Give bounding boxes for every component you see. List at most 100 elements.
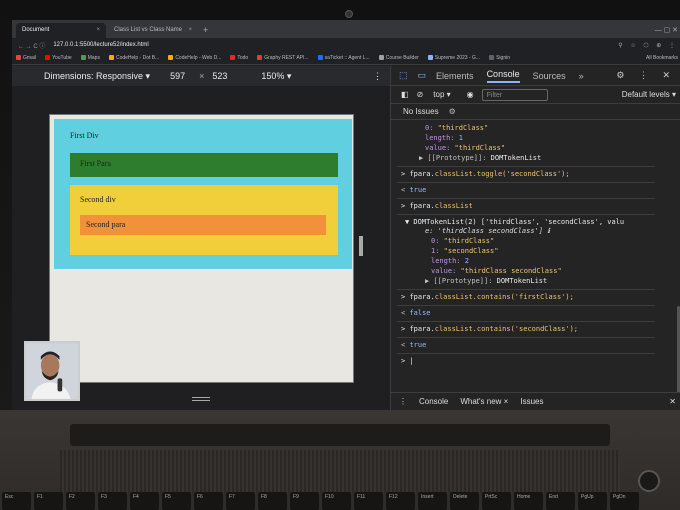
- extension-icons[interactable]: ⚲ ☆ ⬡ ⊕ ⋮: [618, 42, 678, 49]
- codehelp-icon: [108, 55, 114, 61]
- tab-console[interactable]: Console: [486, 69, 520, 83]
- gmail-icon: [16, 55, 21, 61]
- drawer-tab-whats-new[interactable]: What's new ×: [460, 397, 508, 406]
- second-div: Second div Second para: [70, 185, 338, 255]
- sidebar-toggle-icon[interactable]: ◧: [401, 90, 409, 99]
- key: End: [546, 492, 575, 510]
- console-settings-gear-icon[interactable]: ⚙: [449, 107, 456, 116]
- bookmark-youtube[interactable]: YouTube: [45, 55, 72, 61]
- bookmark-supreme[interactable]: Supreme 2023 - G...: [427, 55, 480, 61]
- drawer-tab-console[interactable]: Console: [419, 397, 448, 406]
- device-viewport-area: First Div First Para Second div Second p…: [12, 86, 390, 410]
- window-controls[interactable]: — ▢ ✕: [655, 23, 680, 38]
- console-line: 0: "thirdClass": [425, 124, 489, 132]
- key: F6: [194, 492, 223, 510]
- console-command: > fpara.classList.contains('firstClass')…: [401, 293, 574, 301]
- webcam-lens: [345, 10, 353, 18]
- bookmark-graphy[interactable]: Graphy REST API...: [257, 55, 309, 61]
- devtools-tabbar: ⬚ ▭ Elements Console Sources » ⚙ ⋮ ✕: [391, 66, 680, 86]
- live-expression-eye-icon[interactable]: ◉: [467, 90, 474, 99]
- drawer-tab-issues[interactable]: Issues: [520, 397, 543, 406]
- bookmark-signin[interactable]: Signin: [489, 55, 510, 61]
- browser-tab-classlist[interactable]: Class List vs Class Name ×: [108, 23, 198, 38]
- supreme-icon: [427, 55, 433, 61]
- tab-close-icon[interactable]: ×: [96, 23, 100, 38]
- browser-tab-document[interactable]: Document ×: [16, 23, 106, 38]
- dimensions-dropdown[interactable]: Dimensions: Responsive ▾: [44, 71, 150, 82]
- console-command: > fpara.classList.toggle('secondClass');: [401, 170, 570, 178]
- more-tabs-icon[interactable]: »: [579, 71, 584, 81]
- console-line[interactable]: ▶ [[Prototype]]: DOMTokenList: [425, 277, 680, 285]
- devtools-drawer: ⋮ Console What's new × Issues ✕: [391, 392, 680, 410]
- console-result-header[interactable]: ▼ DOMTokenList(2) ['thirdClass', 'second…: [405, 218, 675, 226]
- device-toggle-icon[interactable]: ▭: [418, 70, 427, 81]
- tab-elements[interactable]: Elements: [436, 71, 474, 81]
- issues-status[interactable]: No Issues: [403, 107, 439, 116]
- todo-icon: [230, 55, 236, 61]
- new-tab-button[interactable]: +: [203, 23, 208, 38]
- viewport-resize-handle-right[interactable]: [359, 236, 363, 256]
- device-toolbar: Dimensions: Responsive ▾ 597 × 523 150% …: [12, 66, 390, 86]
- console-separator: [397, 289, 655, 290]
- console-line: length: 1: [425, 134, 463, 142]
- second-para: Second para: [80, 215, 326, 235]
- inspect-element-icon[interactable]: ⬚: [399, 70, 408, 81]
- key: F8: [258, 492, 287, 510]
- codehelp-icon: [168, 55, 174, 61]
- console-command: > fpara.classList.contains('secondClass'…: [401, 325, 579, 333]
- youtube-icon: [45, 55, 51, 61]
- graphy-icon: [257, 55, 263, 61]
- log-levels-dropdown[interactable]: Default levels ▾: [622, 90, 676, 99]
- screen: Document × Class List vs Class Name × + …: [12, 20, 680, 410]
- bookmark-codehelp-dot[interactable]: CodeHelp - Dot B...: [108, 55, 159, 61]
- console-result: < true: [401, 186, 427, 194]
- viewport-resize-handle-bottom[interactable]: [192, 397, 210, 401]
- devtools-settings-menu-close[interactable]: ⚙ ⋮ ✕: [616, 70, 676, 81]
- console-result-header-cont: e: 'thirdClass secondClass'] ℹ: [425, 227, 550, 235]
- zoom-dropdown[interactable]: 150% ▾: [261, 71, 291, 82]
- key: Esc: [2, 492, 31, 510]
- key: PrtSc: [482, 492, 511, 510]
- bookmark-gmail[interactable]: Gmail: [16, 55, 36, 61]
- viewport-width-input[interactable]: 597: [170, 71, 185, 81]
- key: F11: [354, 492, 383, 510]
- tab-sources[interactable]: Sources: [533, 71, 566, 81]
- tab-close-icon[interactable]: ×: [188, 23, 192, 38]
- bookmark-todo[interactable]: Todo: [230, 55, 248, 61]
- key: F7: [226, 492, 255, 510]
- hinge: [70, 424, 610, 446]
- drawer-close-icon[interactable]: ✕: [669, 397, 676, 406]
- console-filter-input[interactable]: Filter: [481, 88, 548, 101]
- console-line: 0: "thirdClass": [431, 237, 495, 245]
- second-div-text: Second div: [80, 195, 116, 204]
- clear-console-icon[interactable]: ⊘: [417, 90, 424, 99]
- console-separator: [397, 166, 655, 167]
- device-menu-icon[interactable]: ⋮: [373, 71, 382, 82]
- console-line: value: "thirdClass secondClass": [431, 267, 562, 275]
- key: F2: [66, 492, 95, 510]
- bookmark-maps[interactable]: Maps: [80, 55, 100, 61]
- bookmark-course-builder[interactable]: Course Builder: [378, 55, 419, 61]
- drawer-menu-icon[interactable]: ⋮: [399, 397, 407, 406]
- bookmark-saticket[interactable]: saTicket :: Agent L...: [317, 55, 370, 61]
- key: F10: [322, 492, 351, 510]
- url-field[interactable]: 127.0.0.1:5500/lecture52/index.html: [53, 42, 148, 48]
- context-selector[interactable]: top ▾: [433, 90, 450, 99]
- key: F1: [34, 492, 63, 510]
- key: Delete: [450, 492, 479, 510]
- all-bookmarks[interactable]: All Bookmarks: [646, 55, 678, 61]
- bookmark-codehelp-web[interactable]: CodeHelp - Web D...: [168, 55, 221, 61]
- key: PgUp: [578, 492, 607, 510]
- nav-buttons[interactable]: ← → C ⓘ: [18, 41, 45, 50]
- viewport-height-input[interactable]: 523: [212, 71, 227, 81]
- console-prompt-input[interactable]: > |: [401, 357, 671, 365]
- console-separator: [397, 321, 655, 322]
- tab-title: Class List vs Class Name: [114, 27, 183, 33]
- console-result: < false: [401, 309, 431, 317]
- browser-tabstrip: Document × Class List vs Class Name × + …: [12, 20, 680, 38]
- console-line: value: "thirdClass": [425, 144, 506, 152]
- course-builder-icon: [378, 55, 384, 61]
- console-line[interactable]: ▶ [[Prototype]]: DOMTokenList: [419, 154, 680, 162]
- tab-title: Document: [22, 27, 50, 33]
- first-div: First Div First Para Second div Second p…: [54, 119, 352, 269]
